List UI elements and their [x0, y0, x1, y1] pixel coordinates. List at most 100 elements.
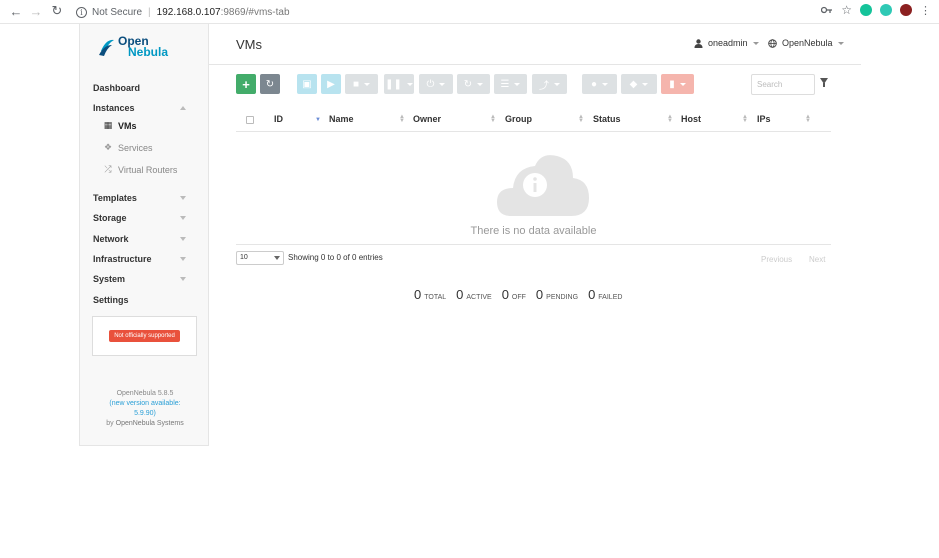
support-badge[interactable]: Not officially supported: [109, 330, 180, 342]
user-icon: [694, 38, 703, 48]
opennebula-logo[interactable]: Open Nebula: [98, 35, 169, 59]
extension-icon[interactable]: [880, 4, 892, 16]
chevron-up-icon[interactable]: [180, 106, 186, 110]
chevron-down-icon[interactable]: [180, 277, 186, 281]
power-icon: ⏻: [426, 78, 435, 90]
chevron-down-icon[interactable]: [180, 216, 186, 220]
back-icon[interactable]: ←: [8, 4, 24, 19]
sidebar-item-label: Virtual Routers: [118, 164, 178, 175]
sidebar-item-system[interactable]: System: [93, 274, 125, 284]
table-info: Showing 0 to 0 of 0 entries: [288, 253, 383, 262]
new-version-link[interactable]: (new version available:: [80, 399, 210, 409]
redo-icon: ↻: [463, 78, 473, 90]
refresh-icon: ↻: [265, 78, 275, 90]
zone-menu[interactable]: OpenNebula: [768, 38, 844, 48]
pause-menu-button[interactable]: ❚❚: [384, 74, 414, 94]
column-name[interactable]: Name: [329, 114, 354, 124]
sidebar-item-templates[interactable]: Templates: [93, 193, 137, 203]
sort-icon[interactable]: ▲ ▼: [805, 114, 811, 124]
version-label: OpenNebula 5.8.5: [116, 390, 174, 397]
sort-icon[interactable]: ▲ ▼: [490, 114, 496, 124]
previous-page-button[interactable]: Previous: [761, 255, 792, 264]
plus-icon: +: [242, 76, 250, 92]
play-button[interactable]: ▶: [321, 74, 341, 94]
vendor-name: OpenNebula Systems: [115, 420, 184, 427]
column-owner[interactable]: Owner: [413, 114, 441, 124]
column-host[interactable]: Host: [681, 114, 701, 124]
address-separator: |: [148, 6, 151, 18]
sort-desc-icon[interactable]: ▼: [315, 117, 321, 123]
table-header: ID ▼ Name ▲ ▼ Owner ▲ ▼ Group ▲ ▼ Status ▲ ▼…: [236, 110, 831, 132]
vm-summary: 0 TOTAL 0 ACTIVE 0 OFF 0 PENDING 0 FAILED: [414, 287, 622, 302]
new-version-number[interactable]: 5.9.90): [80, 409, 210, 419]
version-info: OpenNebula 5.8.5 (new version available:…: [80, 389, 210, 429]
select-all-checkbox[interactable]: [246, 116, 254, 124]
column-ips[interactable]: IPs: [757, 114, 771, 124]
caret-down-icon: [364, 82, 371, 86]
chevron-down-icon[interactable]: [180, 196, 186, 200]
list-menu-button[interactable]: ☰: [494, 74, 527, 94]
delete-menu-button[interactable]: ▮: [661, 74, 694, 94]
sidebar-item-virtual-routers[interactable]: ⤮ Virtual Routers: [102, 164, 177, 175]
column-status[interactable]: Status: [593, 114, 621, 124]
user-icon: ●: [590, 78, 598, 90]
caret-down-icon: [439, 82, 446, 86]
sidebar-item-label: VMs: [118, 120, 137, 131]
reload-icon[interactable]: ↻: [49, 3, 65, 19]
forward-icon[interactable]: →: [28, 4, 44, 19]
info-icon[interactable]: i: [76, 6, 87, 18]
lock-menu-button[interactable]: ■: [345, 74, 378, 94]
next-page-button[interactable]: Next: [809, 255, 825, 264]
grammarly-extension-icon[interactable]: [860, 4, 872, 16]
power-menu-button[interactable]: ⏻: [419, 74, 453, 94]
sidebar-item-instances[interactable]: Instances: [93, 103, 135, 113]
more-menu-icon[interactable]: ⋮: [920, 4, 931, 17]
filter-icon[interactable]: [820, 78, 828, 87]
labels-menu-button[interactable]: ◆: [621, 74, 657, 94]
create-button[interactable]: +: [236, 74, 256, 94]
user-menu[interactable]: oneadmin: [694, 38, 759, 48]
ownership-menu-button[interactable]: ●: [582, 74, 617, 94]
column-id[interactable]: ID: [274, 114, 283, 124]
sidebar-item-label: Services: [118, 142, 153, 153]
sidebar-item-storage[interactable]: Storage: [93, 213, 127, 223]
cloud-info-icon: [497, 155, 589, 216]
grid-icon: ▦: [103, 120, 113, 130]
sidebar-item-settings[interactable]: Settings: [93, 295, 129, 305]
caret-down-icon: [274, 256, 280, 260]
deploy-button[interactable]: ▣: [297, 74, 317, 94]
sidebar-item-dashboard[interactable]: Dashboard: [93, 83, 140, 93]
by-prefix: by: [106, 420, 114, 427]
address-bar[interactable]: i Not Secure | 192.168.0.107:9869/#vms-t…: [76, 3, 290, 21]
caret-down-icon: [554, 82, 560, 86]
page-length-value: 10: [240, 254, 248, 261]
chevron-down-icon[interactable]: [180, 237, 186, 241]
reboot-menu-button[interactable]: ↻: [457, 74, 490, 94]
sidebar-item-vms[interactable]: ▦ VMs: [102, 120, 137, 131]
stat-off: 0 OFF: [502, 287, 526, 302]
share-menu-button[interactable]: ⤴: [532, 74, 567, 94]
sort-icon[interactable]: ▲ ▼: [667, 114, 673, 124]
tags-icon: ◆: [629, 78, 638, 90]
sort-icon[interactable]: ▲ ▼: [578, 114, 584, 124]
sidebar-item-infrastructure[interactable]: Infrastructure: [93, 254, 152, 264]
stat-value: 0: [501, 287, 509, 302]
stat-label: OFF: [511, 294, 526, 301]
refresh-button[interactable]: ↻: [260, 74, 280, 94]
page-length-select[interactable]: 10: [236, 251, 284, 265]
stat-value: 0: [588, 287, 596, 302]
key-icon[interactable]: [821, 5, 833, 15]
logo-line2: Nebula: [128, 45, 169, 59]
sidebar-item-network[interactable]: Network: [93, 234, 129, 244]
column-group[interactable]: Group: [505, 114, 532, 124]
sidebar-item-services[interactable]: ❖ Services: [102, 142, 153, 153]
chevron-down-icon[interactable]: [180, 257, 186, 261]
search-input[interactable]: [751, 74, 815, 95]
stat-total: 0 TOTAL: [414, 287, 446, 302]
sort-icon[interactable]: ▲ ▼: [399, 114, 405, 124]
sort-icon[interactable]: ▲ ▼: [742, 114, 748, 124]
stat-pending: 0 PENDING: [536, 287, 578, 302]
profile-avatar-icon[interactable]: [900, 4, 912, 16]
stat-label: ACTIVE: [466, 294, 492, 301]
star-icon[interactable]: ☆: [841, 3, 852, 17]
